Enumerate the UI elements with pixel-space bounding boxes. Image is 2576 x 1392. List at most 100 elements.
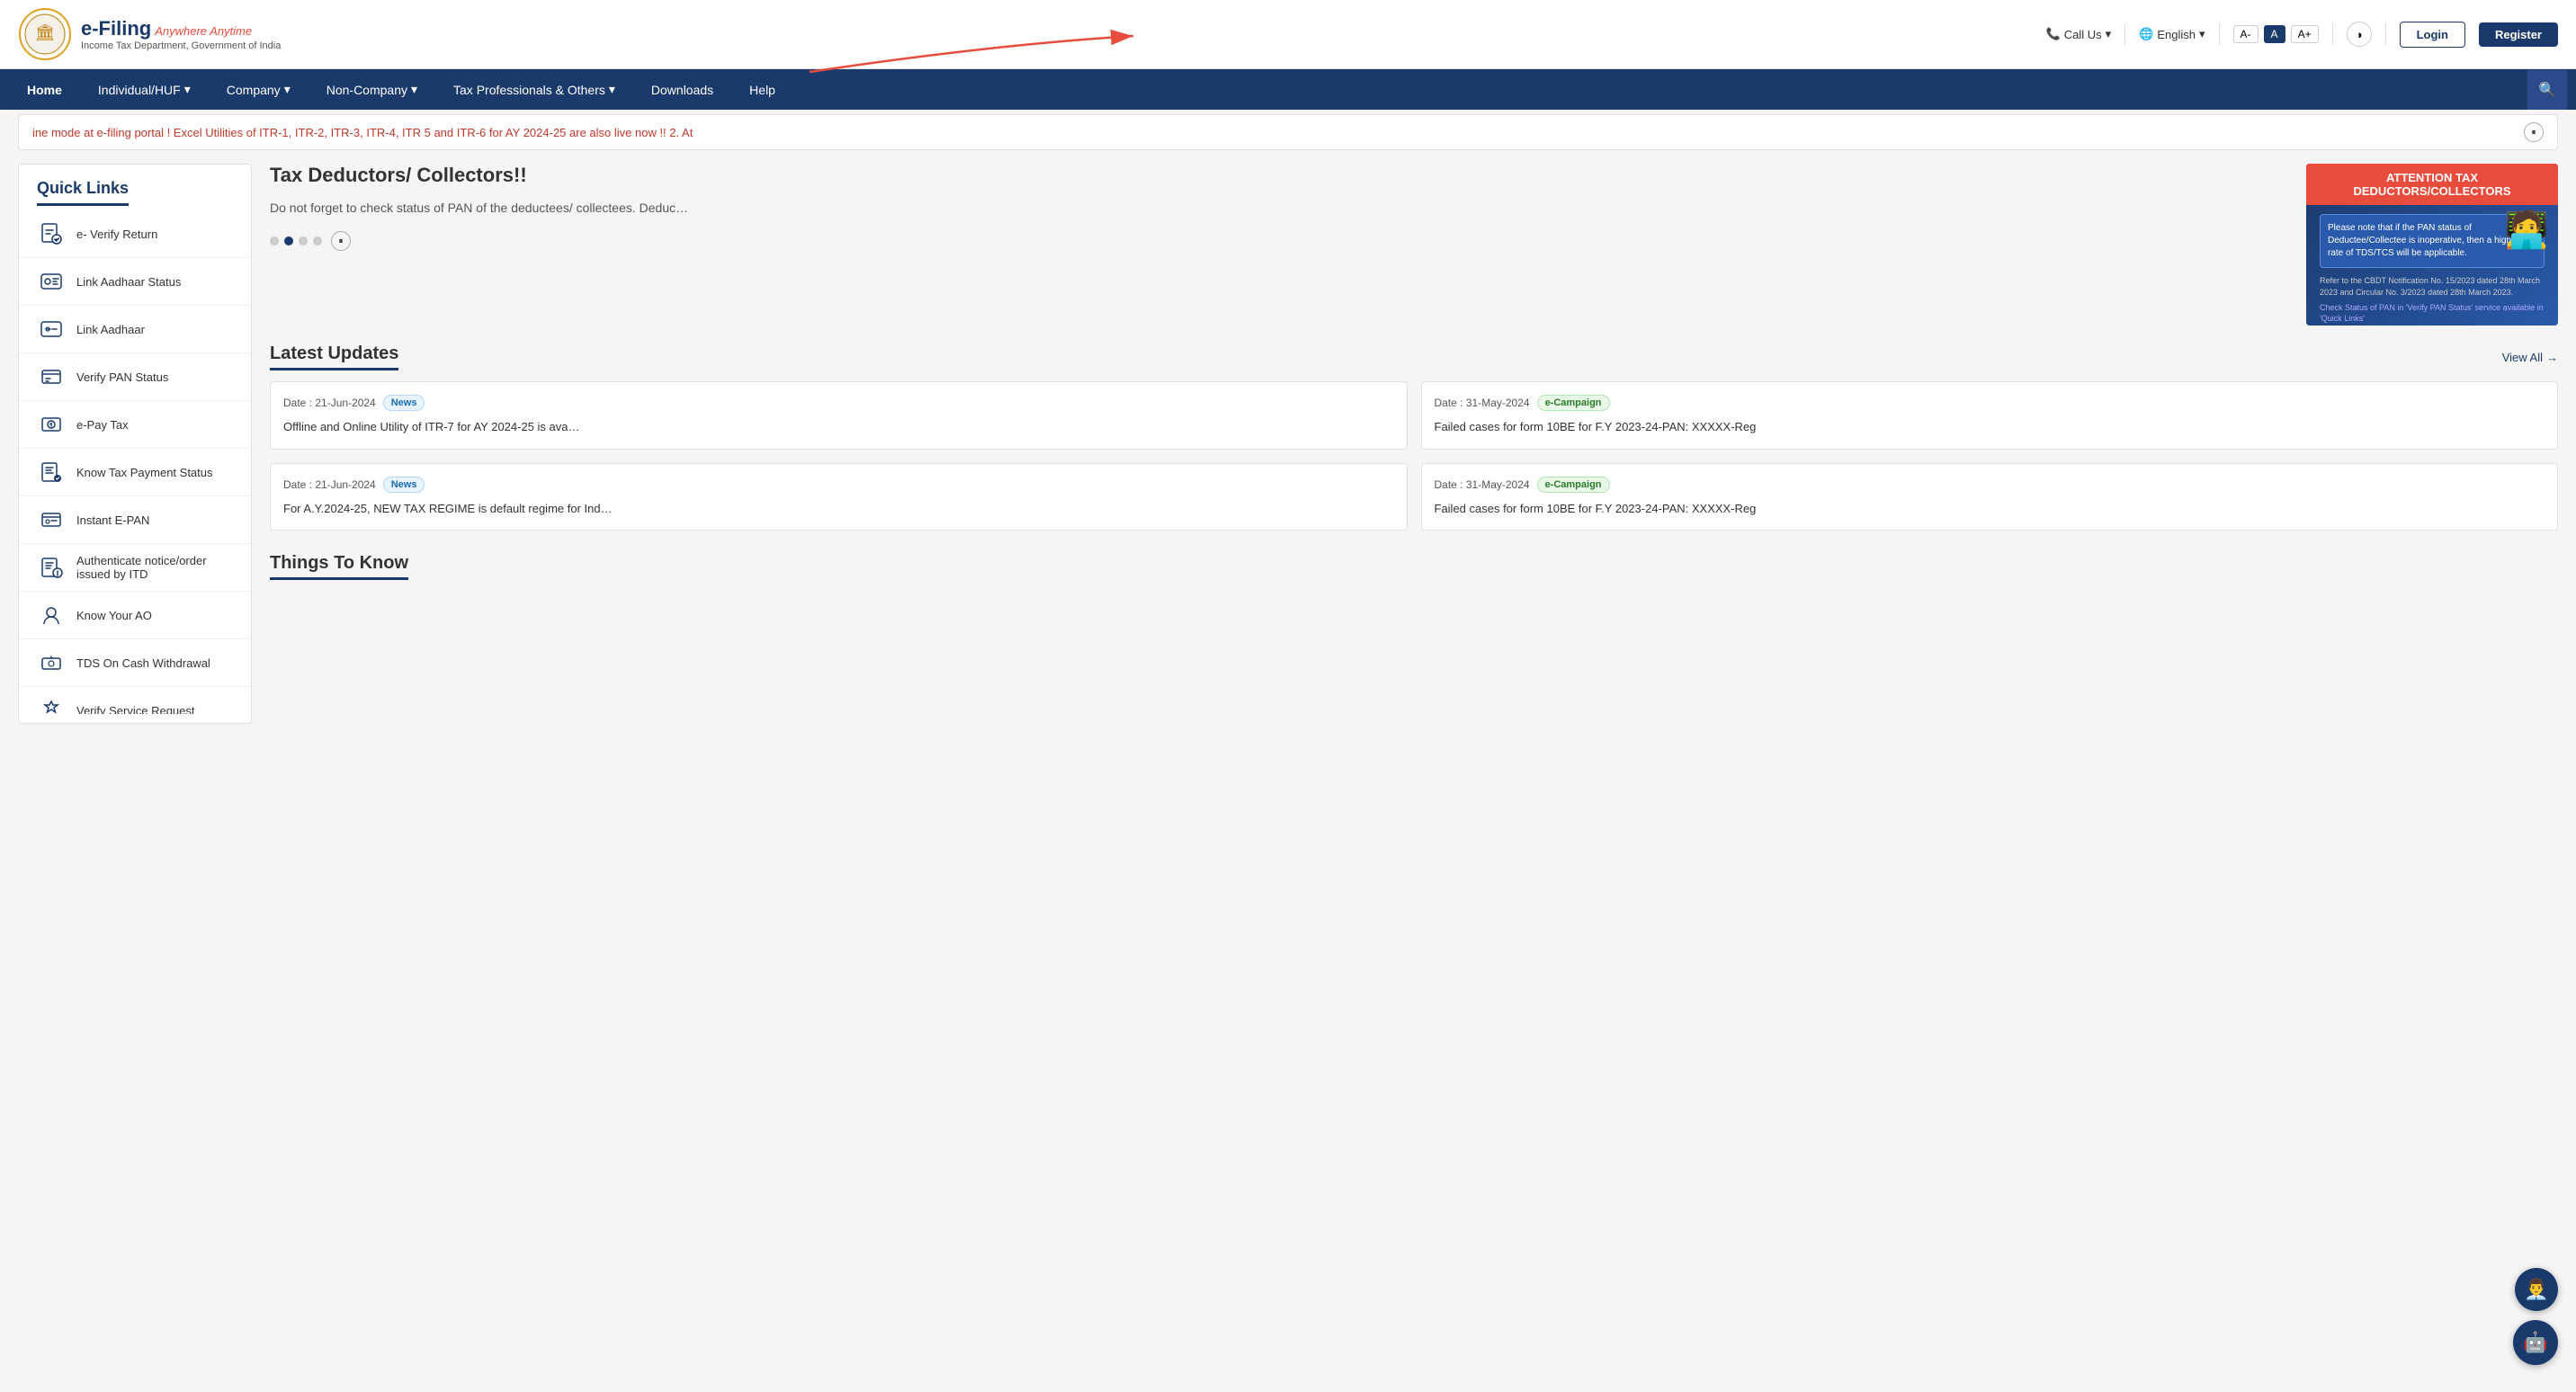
nav-help[interactable]: Help bbox=[731, 70, 793, 110]
quick-links-list: e- Verify Return Link Aadhaar Status Lin… bbox=[19, 210, 251, 714]
update-meta-1: Date : 21-Jun-2024 News bbox=[283, 395, 1394, 411]
ql-verify-pan-status[interactable]: Verify PAN Status bbox=[19, 353, 251, 401]
ql-link-aadhaar[interactable]: Link Aadhaar bbox=[19, 306, 251, 353]
update-card-2[interactable]: Date : 31-May-2024 e-Campaign Failed cas… bbox=[1421, 381, 2559, 450]
search-icon: 🔍 bbox=[2538, 81, 2556, 99]
update-card-4[interactable]: Date : 31-May-2024 e-Campaign Failed cas… bbox=[1421, 463, 2559, 531]
font-normal-button[interactable]: A bbox=[2264, 25, 2285, 43]
update-tag-3: News bbox=[383, 477, 425, 493]
help-avatar[interactable]: 👨‍💼 bbox=[2515, 1268, 2558, 1311]
view-all-arrow-icon: → bbox=[2546, 351, 2558, 364]
banner-img-footer: Check Status of PAN in 'Verify PAN Statu… bbox=[2320, 303, 2545, 324]
lang-chevron-icon: ▾ bbox=[2199, 27, 2205, 41]
svg-text:🏛: 🏛 bbox=[35, 23, 56, 41]
ql-verify-service-request[interactable]: Verify Service Request bbox=[19, 687, 251, 714]
call-us-dropdown[interactable]: 📞 Call Us ▾ bbox=[2046, 27, 2112, 41]
verify-service-request-icon bbox=[37, 696, 66, 714]
things-to-know-title: Things To Know bbox=[270, 553, 408, 580]
main-nav: Home Individual/HUF ▾ Company ▾ Non-Comp… bbox=[0, 69, 2576, 110]
ql-know-your-ao[interactable]: Know Your AO bbox=[19, 592, 251, 639]
nav-downloads[interactable]: Downloads bbox=[633, 70, 731, 110]
banner-description: Do not forget to check status of PAN of … bbox=[270, 198, 2288, 218]
carousel-dot-4[interactable] bbox=[313, 236, 322, 245]
ql-e-verify-return[interactable]: e- Verify Return bbox=[19, 210, 251, 258]
know-tax-payment-status-icon bbox=[37, 458, 66, 486]
logo-area: 🏛 e-Filing Anywhere Anytime Income Tax D… bbox=[18, 7, 281, 61]
ql-know-tax-payment-status-label: Know Tax Payment Status bbox=[76, 466, 213, 479]
ql-authenticate-notice[interactable]: Authenticate notice/order issued by ITD bbox=[19, 544, 251, 592]
ql-verify-service-request-label: Verify Service Request bbox=[76, 704, 195, 715]
carousel-pause-button[interactable]: ⏸ bbox=[331, 231, 351, 251]
update-meta-3: Date : 21-Jun-2024 News bbox=[283, 477, 1394, 493]
update-card-1[interactable]: Date : 21-Jun-2024 News Offline and Onli… bbox=[270, 381, 1408, 450]
update-date-4: Date : 31-May-2024 bbox=[1435, 478, 1530, 491]
ql-tds-cash-withdrawal[interactable]: TDS On Cash Withdrawal bbox=[19, 639, 251, 687]
authenticate-notice-icon bbox=[37, 553, 66, 582]
login-button[interactable]: Login bbox=[2400, 22, 2465, 48]
chatbot-bubble[interactable]: 🤖 bbox=[2513, 1320, 2558, 1365]
ql-link-aadhaar-status[interactable]: Link Aadhaar Status bbox=[19, 258, 251, 306]
quick-links-sidebar: Quick Links e- Verify Return Link Aadhaa… bbox=[18, 164, 252, 724]
update-meta-2: Date : 31-May-2024 e-Campaign bbox=[1435, 395, 2545, 411]
carousel-controls: ⏸ bbox=[270, 231, 2288, 251]
carousel-dot-2[interactable] bbox=[284, 236, 293, 245]
ql-know-tax-payment-status[interactable]: Know Tax Payment Status bbox=[19, 449, 251, 496]
chatbot-icon: 🤖 bbox=[2523, 1331, 2547, 1354]
ql-e-pay-tax[interactable]: e-Pay Tax bbox=[19, 401, 251, 449]
help-avatar-icon: 👨‍💼 bbox=[2524, 1278, 2548, 1301]
link-aadhaar-icon bbox=[37, 315, 66, 344]
nav-individual-huf[interactable]: Individual/HUF ▾ bbox=[80, 69, 209, 110]
ql-instant-epan[interactable]: Instant E-PAN bbox=[19, 496, 251, 544]
latest-updates-section: Latest Updates View All → Date : 21-Jun-… bbox=[270, 344, 2558, 531]
contrast-toggle-button[interactable]: ◑ bbox=[2347, 22, 2372, 47]
update-date-3: Date : 21-Jun-2024 bbox=[283, 478, 376, 491]
content-area: Tax Deductors/ Collectors!! Do not forge… bbox=[270, 164, 2558, 724]
view-all-link[interactable]: View All → bbox=[2502, 351, 2558, 364]
header-controls: 📞 Call Us ▾ 🌐 English ▾ A- A A+ ◑ Login … bbox=[2046, 22, 2558, 48]
update-card-3[interactable]: Date : 21-Jun-2024 News For A.Y.2024-25,… bbox=[270, 463, 1408, 531]
ticker-text: ine mode at e-filing portal ! Excel Util… bbox=[32, 126, 693, 139]
ql-e-pay-tax-label: e-Pay Tax bbox=[76, 418, 129, 432]
banner-text: Tax Deductors/ Collectors!! Do not forge… bbox=[270, 164, 2288, 251]
font-size-controls: A- A A+ bbox=[2233, 25, 2319, 43]
language-label: English bbox=[2157, 28, 2196, 41]
update-date-1: Date : 21-Jun-2024 bbox=[283, 397, 376, 409]
update-tag-2: e-Campaign bbox=[1537, 395, 1610, 411]
search-button[interactable]: 🔍 bbox=[2527, 70, 2567, 110]
ticker-pause-button[interactable]: ⏸ bbox=[2524, 122, 2544, 142]
emblem-icon: 🏛 bbox=[18, 7, 72, 61]
nav-non-company-label: Non-Company bbox=[326, 83, 407, 97]
person-illustration: 🧑‍💻 bbox=[2504, 209, 2549, 251]
banner-img-content: ATTENTION TAX DEDUCTORS/COLLECTORS Pleas… bbox=[2306, 164, 2558, 326]
font-increase-button[interactable]: A+ bbox=[2291, 25, 2319, 43]
ql-know-your-ao-label: Know Your AO bbox=[76, 609, 152, 622]
update-title-4: Failed cases for form 10BE for F.Y 2023-… bbox=[1435, 500, 2545, 518]
ql-authenticate-notice-label: Authenticate notice/order issued by ITD bbox=[76, 554, 233, 581]
call-us-chevron-icon: ▾ bbox=[2106, 27, 2112, 41]
update-tag-1: News bbox=[383, 395, 425, 411]
carousel-dot-3[interactable] bbox=[299, 236, 308, 245]
e-verify-return-icon bbox=[37, 219, 66, 248]
language-selector[interactable]: 🌐 English ▾ bbox=[2139, 27, 2205, 41]
verify-pan-status-icon bbox=[37, 362, 66, 391]
latest-updates-header: Latest Updates View All → bbox=[270, 344, 2558, 370]
nav-non-company[interactable]: Non-Company ▾ bbox=[309, 69, 435, 110]
register-button[interactable]: Register bbox=[2479, 22, 2558, 47]
nav-tax-professionals[interactable]: Tax Professionals & Others ▾ bbox=[435, 69, 633, 110]
ql-link-aadhaar-status-label: Link Aadhaar Status bbox=[76, 275, 181, 289]
things-to-know-section: Things To Know bbox=[270, 553, 2558, 589]
nav-company[interactable]: Company ▾ bbox=[209, 69, 309, 110]
main-layout: Quick Links e- Verify Return Link Aadhaa… bbox=[0, 155, 2576, 733]
carousel-pause-icon: ⏸ bbox=[339, 236, 344, 246]
link-aadhaar-status-icon bbox=[37, 267, 66, 296]
font-decrease-button[interactable]: A- bbox=[2233, 25, 2258, 43]
carousel-dot-1[interactable] bbox=[270, 236, 279, 245]
nav-home[interactable]: Home bbox=[9, 70, 80, 110]
globe-icon: 🌐 bbox=[2139, 27, 2153, 41]
logo-subtitle: Income Tax Department, Government of Ind… bbox=[81, 40, 281, 51]
banner-section: Tax Deductors/ Collectors!! Do not forge… bbox=[270, 164, 2558, 326]
update-title-2: Failed cases for form 10BE for F.Y 2023-… bbox=[1435, 418, 2545, 436]
know-your-ao-icon bbox=[37, 601, 66, 629]
update-title-3: For A.Y.2024-25, NEW TAX REGIME is defau… bbox=[283, 500, 1394, 518]
non-company-chevron-icon: ▾ bbox=[411, 82, 417, 97]
